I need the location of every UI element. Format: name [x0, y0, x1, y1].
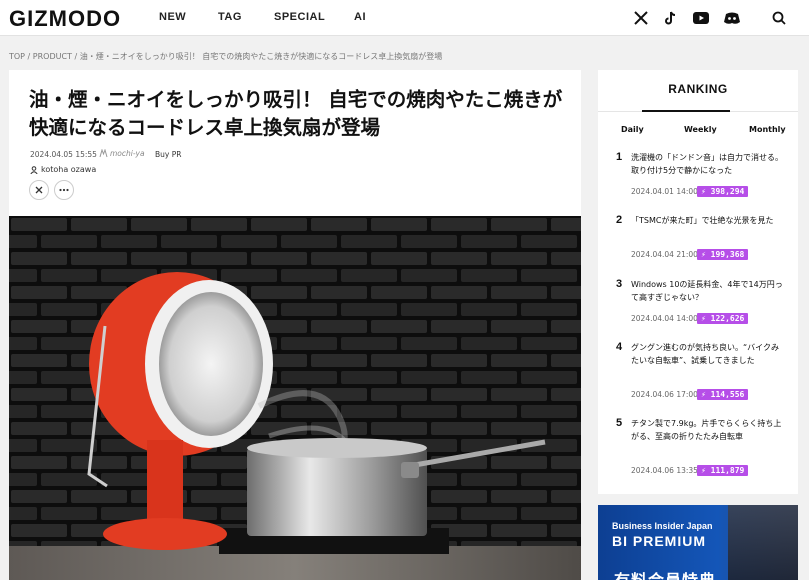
rank-date: 2024.04.06 17:00 — [631, 390, 698, 399]
tiktok-icon[interactable] — [661, 9, 679, 27]
rank-headline: 洗濯機の「ドンドン音」は自力で消せる。取り付け5分で静かになった — [631, 153, 783, 175]
rank-number: 3 — [616, 278, 623, 290]
author-name: kotoha ozawa — [41, 165, 97, 174]
rank-views-badge: ⚡ 111,879 — [697, 465, 749, 476]
discord-icon[interactable] — [723, 9, 741, 27]
rank-headline: チタン製で7.9kg。片手でらくらく持ち上がる、至高の折りたたみ自転車 — [631, 419, 782, 441]
article-card: 油・煙・ニオイをしっかり吸引！ 自宅での焼肉やたこ焼きが快適になるコードレス卓上… — [9, 70, 581, 580]
rank-views-badge: ⚡ 122,626 — [697, 313, 749, 324]
youtube-icon[interactable] — [692, 9, 710, 27]
rank-date: 2024.04.04 14:00 — [631, 314, 698, 323]
ad-bottom-text: 有料会員特典 — [614, 567, 716, 580]
buy-pr-label: Buy PR — [155, 150, 182, 159]
site-header: GIZMODO NEW TAG SPECIAL AI — [0, 0, 809, 36]
rank-date: 2024.04.04 21:00 — [631, 250, 698, 259]
rank-headline: グングン進むのが気持ち良い。“バイクみたいな自転車”、試乗してきました — [631, 343, 779, 365]
user-icon — [30, 165, 38, 174]
hero-image — [9, 216, 581, 580]
author-link[interactable]: kotoha ozawa — [30, 165, 96, 174]
rank-views-badge: ⚡ 114,556 — [697, 389, 749, 400]
rank-date: 2024.04.06 13:35 — [631, 466, 698, 475]
breadcrumb[interactable]: TOP / PRODUCT / 油・煙・ニオイをしっかり吸引！ 自宅での焼肉やた… — [9, 51, 442, 62]
ranking-title: RANKING — [668, 82, 728, 96]
share-x-button[interactable] — [29, 180, 49, 200]
rank-date: 2024.04.01 14:00 — [631, 187, 698, 196]
ad-subtitle: Business Insider Japan — [612, 521, 713, 531]
x-icon[interactable] — [632, 9, 650, 27]
rank-views-badge: ⚡ 199,368 — [697, 249, 749, 260]
tab-monthly[interactable]: Monthly — [749, 125, 786, 134]
more-icon — [59, 188, 69, 192]
nav-ai[interactable]: AI — [354, 11, 366, 23]
sponsor-name: mochi-ya — [110, 149, 145, 158]
rank-headline: 「TSMCが来た町」で壮絶な光景を見た — [631, 216, 774, 225]
x-icon — [35, 186, 43, 194]
hero-photo — [9, 216, 581, 580]
site-logo[interactable]: GIZMODO — [9, 6, 121, 32]
ranking-title-underline — [642, 110, 730, 112]
sponsor-mark-icon — [99, 149, 108, 158]
nav-special[interactable]: SPECIAL — [274, 11, 325, 23]
rank-headline: Windows 10の延長料金、4年で14万円って高すぎじゃない？ — [631, 280, 783, 302]
nav-new[interactable]: NEW — [159, 11, 186, 23]
search-icon[interactable] — [770, 9, 788, 27]
ranking-panel: RANKING Daily Weekly Monthly 1 洗濯機の「ドンドン… — [598, 70, 798, 494]
rank-number: 4 — [616, 341, 623, 353]
article-date: 2024.04.05 15:55 — [30, 150, 97, 159]
tab-daily[interactable]: Daily — [621, 125, 644, 134]
tab-weekly[interactable]: Weekly — [684, 125, 717, 134]
rank-number: 1 — [616, 151, 623, 163]
nav-tag[interactable]: TAG — [218, 11, 242, 23]
rank-views-badge: ⚡ 398,294 — [697, 186, 749, 197]
rank-number: 2 — [616, 214, 623, 226]
more-share-button[interactable] — [54, 180, 74, 200]
sponsor-logo[interactable]: mochi-ya — [99, 149, 145, 158]
ad-title: BI PREMIUM — [612, 533, 706, 549]
rank-number: 5 — [616, 417, 623, 429]
ad-photo — [728, 505, 798, 580]
article-title: 油・煙・ニオイをしっかり吸引！ 自宅での焼肉やたこ焼きが快適になるコードレス卓上… — [29, 88, 563, 139]
bi-premium-ad[interactable]: Business Insider Japan BI PREMIUM 有料会員特典 — [598, 505, 798, 580]
